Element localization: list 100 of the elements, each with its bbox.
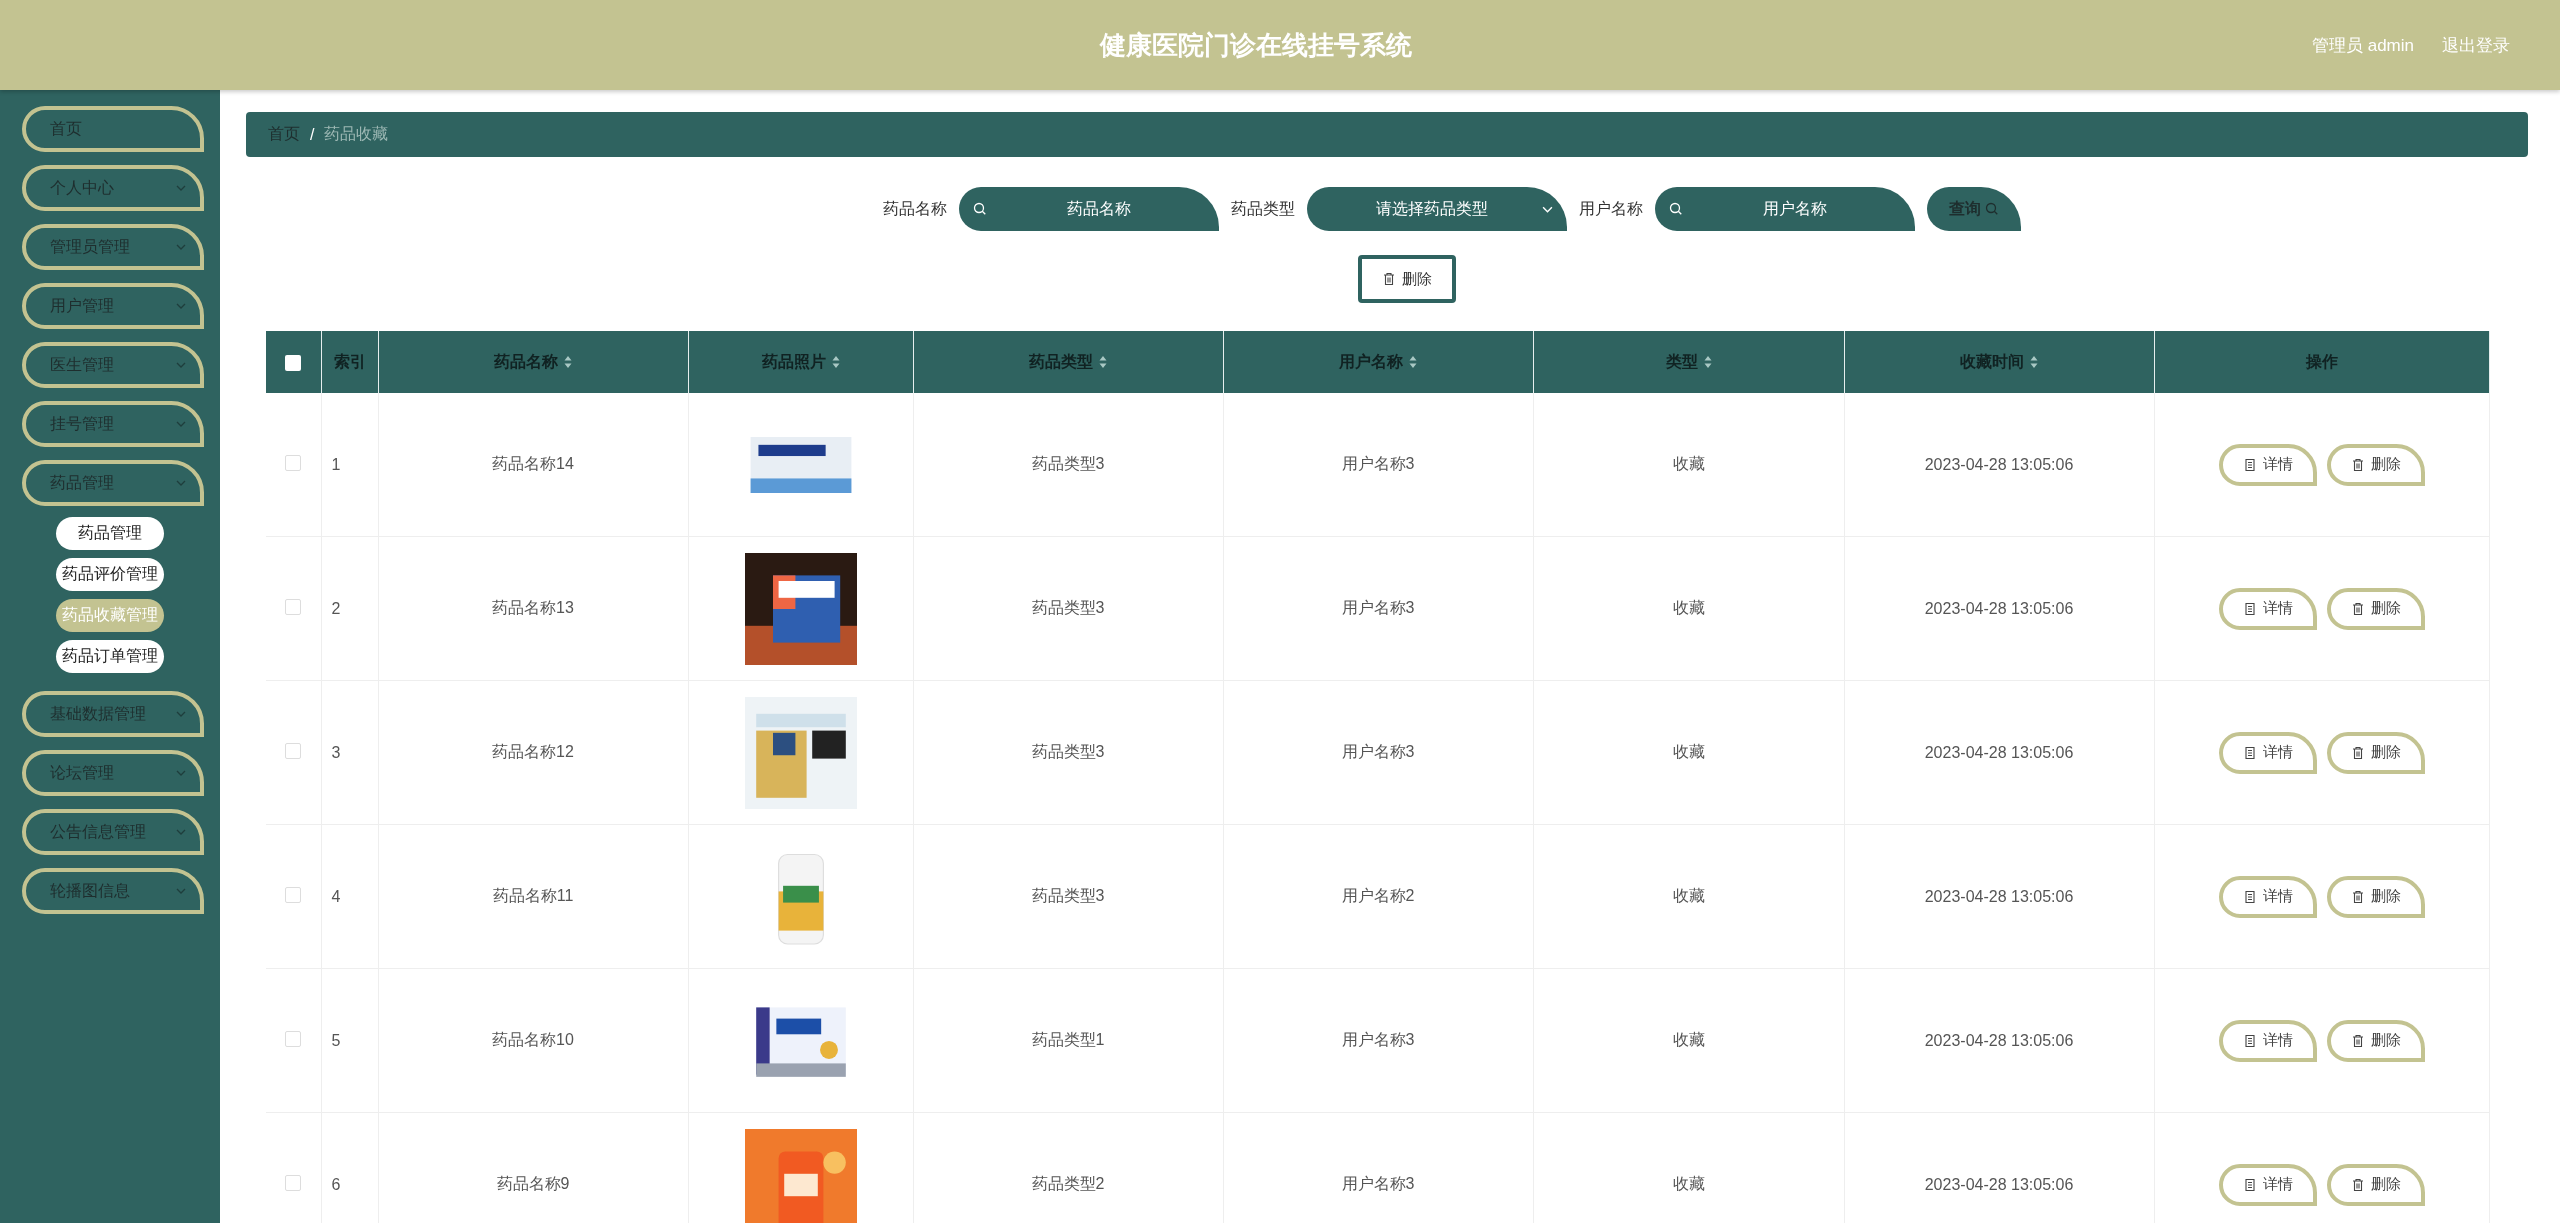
row-checkbox[interactable] [285,598,302,615]
delete-button[interactable]: 删除 [2326,875,2425,918]
submenu-item[interactable]: 药品评价管理 [56,558,164,591]
select-field[interactable]: 请选择药品类型 [1307,187,1567,231]
document-icon [2242,1033,2257,1048]
trash-icon [2350,1177,2365,1192]
search-field[interactable]: 药品名称 [959,187,1219,231]
logout-link[interactable]: 退出登录 [2442,33,2510,57]
delete-button[interactable]: 删除 [2326,443,2425,486]
details-button[interactable]: 详情 [2218,1163,2317,1206]
table-cell: 药品类型3 [913,824,1223,969]
document-icon [2242,889,2257,904]
table-cell: 用户名称3 [1223,968,1533,1113]
column-header[interactable]: 药品名称 [378,331,688,393]
trash-icon [2350,601,2365,616]
column-header[interactable]: 类型 [1533,331,1844,393]
select-all-checkbox[interactable] [285,354,302,371]
field-label: 药品类型 [1231,198,1295,219]
details-button[interactable]: 详情 [2218,875,2317,918]
delete-button[interactable]: 删除 [2326,587,2425,630]
table-cell: 2023-04-28 13:05:06 [1844,680,2154,825]
delete-button[interactable]: 删除 [2326,1019,2425,1062]
chevron-icon [176,888,186,894]
details-button[interactable]: 详情 [2218,731,2317,774]
table-cell: 4 [321,824,378,969]
table-cell: 药品类型3 [913,680,1223,825]
chevron-icon [176,711,186,717]
details-button[interactable]: 详情 [2218,443,2317,486]
column-header[interactable]: 药品类型 [913,331,1223,393]
sort-icon[interactable] [2030,355,2038,369]
document-icon [2242,1177,2257,1192]
table-cell: 2023-04-28 13:05:06 [1844,968,2154,1113]
table-cell: 收藏 [1533,968,1844,1113]
chevron-icon [176,362,186,368]
sort-icon[interactable] [1703,355,1712,369]
table-cell: 药品名称12 [378,680,688,825]
chevron-icon [176,770,186,776]
app-title: 健康医院门诊在线挂号系统 [1098,28,1413,62]
row-checkbox[interactable] [285,1174,302,1191]
table-cell: 药品类型2 [913,1112,1223,1223]
table-cell: 药品类型3 [913,536,1223,681]
sort-icon[interactable] [1099,355,1107,369]
table-cell: 药品名称11 [378,824,688,969]
search-icon [1669,202,1683,216]
submenu-item[interactable]: 药品订单管理 [56,640,164,673]
column-header[interactable]: 收藏时间 [1844,331,2154,393]
details-button[interactable]: 详情 [2218,1019,2317,1062]
sort-icon[interactable] [1409,355,1417,369]
trash-icon [2350,889,2365,904]
row-checkbox[interactable] [285,454,302,471]
table-cell: 用户名称3 [1223,393,1533,537]
table-cell: 1 [321,393,378,537]
chevron-icon [176,303,186,309]
sort-icon[interactable] [564,355,572,369]
trash-icon [2350,1033,2365,1048]
search-field[interactable]: 用户名称 [1655,187,1915,231]
field-label: 用户名称 [1579,198,1643,219]
search-icon [973,202,987,216]
table-cell: 收藏 [1533,1112,1844,1223]
table-cell: 2023-04-28 13:05:06 [1844,1112,2154,1223]
table-cell: 3 [321,680,378,825]
delete-button[interactable]: 删除 [2326,731,2425,774]
submenu-item[interactable]: 药品收藏管理 [56,599,164,632]
trash-icon [2350,745,2365,760]
trash-icon [2350,457,2365,472]
sort-icon[interactable] [831,355,840,369]
table-cell: 用户名称2 [1223,824,1533,969]
column-header: 操作 [2154,331,2489,393]
row-checkbox[interactable] [285,886,302,903]
document-icon [2242,601,2257,616]
table-cell: 药品名称13 [378,536,688,681]
table-cell: 用户名称3 [1223,536,1533,681]
trash-icon [1382,272,1396,286]
chevron-icon [176,480,186,486]
table-cell: 药品名称9 [378,1112,688,1223]
table-cell: 收藏 [1533,680,1844,825]
row-checkbox[interactable] [285,1030,302,1047]
submenu-item[interactable]: 药品管理 [56,517,164,550]
delete-button[interactable]: 删除 [2326,1163,2425,1206]
table-cell: 收藏 [1533,824,1844,969]
table-cell: 2 [321,536,378,681]
chevron-icon [176,244,186,250]
chevron-icon [176,421,186,427]
table-cell: 2023-04-28 13:05:06 [1844,393,2154,537]
chevron-icon [1542,205,1553,213]
table-cell: 用户名称3 [1223,680,1533,825]
delete-button[interactable]: 删除 [1358,255,1456,303]
document-icon [2242,745,2257,760]
column-header[interactable]: 用户名称 [1223,331,1533,393]
table-cell: 6 [321,1112,378,1223]
table-cell: 药品类型1 [913,968,1223,1113]
search-icon [1985,202,1999,216]
details-button[interactable]: 详情 [2218,587,2317,630]
table-cell: 药品类型3 [913,393,1223,537]
row-checkbox[interactable] [285,742,302,759]
column-header: 索引 [321,331,378,393]
user-label: 管理员 admin [2311,34,2414,57]
table-cell: 用户名称3 [1223,1112,1533,1223]
table-cell: 药品名称10 [378,968,688,1113]
column-header[interactable]: 药品照片 [688,331,913,393]
